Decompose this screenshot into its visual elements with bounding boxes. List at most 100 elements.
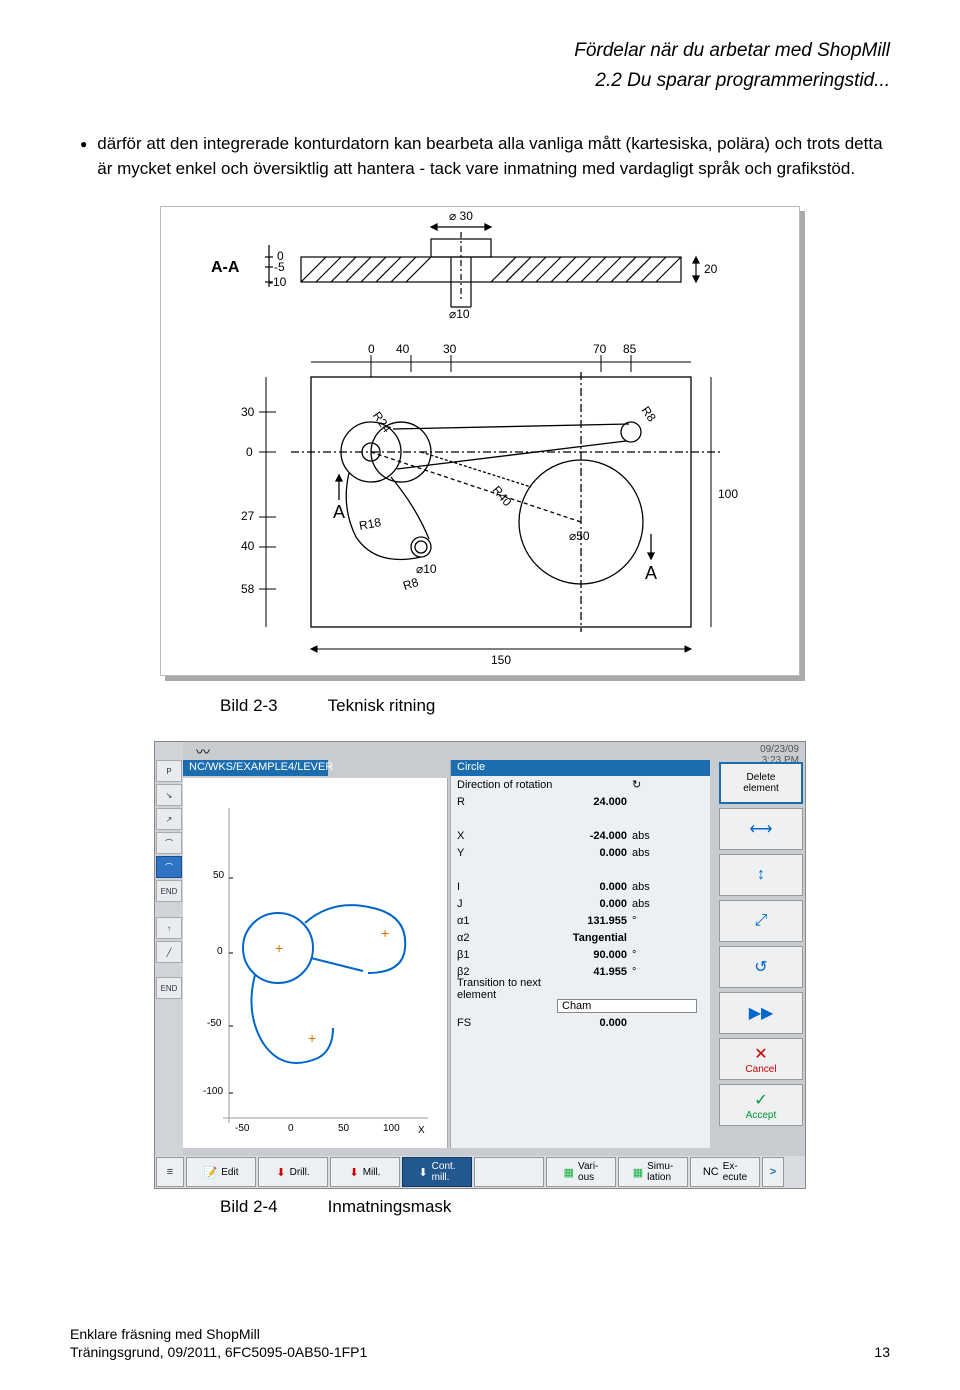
right-button[interactable]: ⟷ [719, 808, 803, 850]
param-label: Y [457, 847, 557, 859]
bottom-button[interactable]: ⬇Mill. [330, 1157, 400, 1187]
button-icon: ↺ [754, 957, 767, 977]
param-unit: abs [627, 898, 657, 910]
ytick-0: 0 [217, 946, 223, 957]
bottom-button[interactable]: ⬇ Cont.mill. [402, 1157, 472, 1187]
dim-h20: 20 [704, 262, 717, 276]
left-icon-end2[interactable]: END [156, 977, 182, 999]
param-label: α1 [457, 915, 557, 927]
bottom-button[interactable]: ▦ Vari-ous [546, 1157, 616, 1187]
param-unit: abs [627, 847, 657, 859]
left-icon-end1[interactable]: END [156, 880, 182, 902]
bottom-button-label: Vari-ous [578, 1161, 598, 1183]
param-value[interactable]: 41.955 [557, 966, 627, 978]
bottom-button[interactable] [474, 1157, 544, 1187]
left-icon-diag[interactable]: ╱ [156, 941, 182, 963]
param-value[interactable]: 0.000 [557, 847, 627, 859]
footer-line2: Träningsgrund, 09/2011, 6FC5095-0AB50-1F… [70, 1344, 367, 1360]
parameter-panel: Circle Direction of rotation ↻R 24.000 X… [450, 760, 710, 1148]
right-button[interactable]: ↺ [719, 946, 803, 988]
caption-1-label: Bild 2-3 [220, 696, 278, 716]
right-button[interactable]: ▶▶ [719, 992, 803, 1034]
param-value[interactable]: Tangential [557, 932, 627, 944]
bottom-button-icon: 📝 [204, 1166, 218, 1179]
param-unit: ° [627, 915, 657, 927]
drawing-svg [161, 207, 801, 677]
bottom-button-icon: ▦ [564, 1166, 574, 1179]
param-row: J 0.000 abs [451, 895, 710, 912]
param-row: β1 90.000 ° [451, 946, 710, 963]
param-row: I 0.000 abs [451, 878, 710, 895]
shopmill-screenshot: 09/23/09 3:23 PM 〰JOG NC/WKS/EXAMPLE4/LE… [154, 741, 806, 1189]
left-icon-arc1[interactable]: ⌒ [156, 832, 182, 854]
right-button[interactable]: ✕Cancel [719, 1038, 803, 1080]
left-icon-arc-selected[interactable]: ⌒ [156, 856, 182, 878]
param-value[interactable]: 0.000 [557, 898, 627, 910]
bullet-dot-icon: ● [80, 136, 87, 181]
right-button[interactable]: ↕ [719, 854, 803, 896]
page-header-subtitle: 2.2 Du sparar programmeringstid... [70, 70, 890, 92]
caption-1-text: Teknisk ritning [328, 696, 436, 716]
dim-x85: 85 [623, 342, 636, 356]
left-icon-line1[interactable]: ↘ [156, 784, 182, 806]
page-footer: Enklare fräsning med ShopMill Träningsgr… [70, 1326, 890, 1360]
dim-dia10b: ⌀10 [416, 562, 437, 576]
right-button[interactable]: ✓Accept [719, 1084, 803, 1126]
caption-2-label: Bild 2-4 [220, 1197, 278, 1217]
dim-dia30: ⌀ 30 [449, 209, 473, 223]
bottom-button-label: Drill. [290, 1167, 310, 1178]
footer-line1: Enklare fräsning med ShopMill [70, 1326, 890, 1342]
param-unit: ° [627, 949, 657, 961]
param-label: α2 [457, 932, 557, 944]
button-label: Deleteelement [743, 772, 779, 794]
bottom-function-bar: ≡ 📝Edit⬇Drill.⬇Mill. ⬇ Cont.mill. ▦ Vari-ous… [155, 1156, 805, 1188]
right-button[interactable]: ⤢ [719, 900, 803, 942]
bottom-button-icon: ⬇ [418, 1166, 427, 1179]
bottom-button-label: Cont.mill. [432, 1161, 456, 1183]
page-header-title: Fördelar när du arbetar med ShopMill [70, 40, 890, 62]
left-icon-p[interactable]: P [156, 760, 182, 782]
technical-drawing: A-A ⌀ 30 ⌀10 0 -5 -10 20 40 0 30 70 85 3… [160, 206, 800, 676]
param-value[interactable]: 131.955 [557, 915, 627, 927]
bottom-more-right[interactable]: > [762, 1157, 784, 1187]
param-label: FS [457, 1017, 557, 1029]
right-button[interactable]: Deleteelement [719, 762, 803, 804]
button-label: Accept [746, 1110, 777, 1121]
bottom-button[interactable]: 📝Edit [186, 1157, 256, 1187]
dim-y40: 40 [241, 539, 254, 553]
param-value[interactable]: 0.000 [557, 1017, 627, 1029]
parameter-title: Circle [451, 760, 710, 776]
left-icon-line2[interactable]: ↗ [156, 808, 182, 830]
bottom-button[interactable]: ▦Simu-lation [618, 1157, 688, 1187]
caption-2-text: Inmatningsmask [328, 1197, 452, 1217]
caption-2: Bild 2-4 Inmatningsmask [220, 1197, 890, 1217]
param-unit: ° [627, 966, 657, 978]
button-icon: ⤢ [755, 912, 768, 930]
param-unit: abs [627, 830, 657, 842]
xtick--50: -50 [235, 1123, 249, 1134]
svg-text:+: + [381, 925, 389, 941]
bullet-text: därför att den integrerade konturdatorn … [97, 132, 890, 181]
bottom-button[interactable]: ⬇Drill. [258, 1157, 328, 1187]
bottom-button-label: Simu-lation [647, 1161, 673, 1183]
program-path: NC/WKS/EXAMPLE4/LEVER [183, 760, 328, 776]
bottom-button[interactable]: NCEx-ecute [690, 1157, 760, 1187]
param-label: β1 [457, 949, 557, 961]
bottom-menu-icon[interactable]: ≡ [156, 1157, 184, 1187]
param-value[interactable]: 24.000 [557, 796, 627, 808]
dim-x70: 70 [593, 342, 606, 356]
param-row: Transition to next element [451, 980, 710, 997]
right-button-column: Deleteelement ⟷↕ ⤢ ↺ ▶▶✕Cancel✓Accept [717, 760, 805, 1130]
param-value[interactable]: 0.000 [557, 881, 627, 893]
param-valuebox[interactable]: Cham [557, 999, 697, 1013]
xtick-50: 50 [338, 1123, 349, 1134]
param-value[interactable]: -24.000 [557, 830, 627, 842]
param-row: α2 Tangential [451, 929, 710, 946]
param-value[interactable]: 90.000 [557, 949, 627, 961]
ytick--100: -100 [203, 1086, 223, 1097]
param-row [451, 810, 710, 827]
left-icon-column: P ↘ ↗ ⌒ ⌒ END ↑ ╱ END [155, 742, 183, 1188]
param-row [451, 861, 710, 878]
left-icon-up[interactable]: ↑ [156, 917, 182, 939]
dim-right100: 100 [718, 487, 738, 501]
